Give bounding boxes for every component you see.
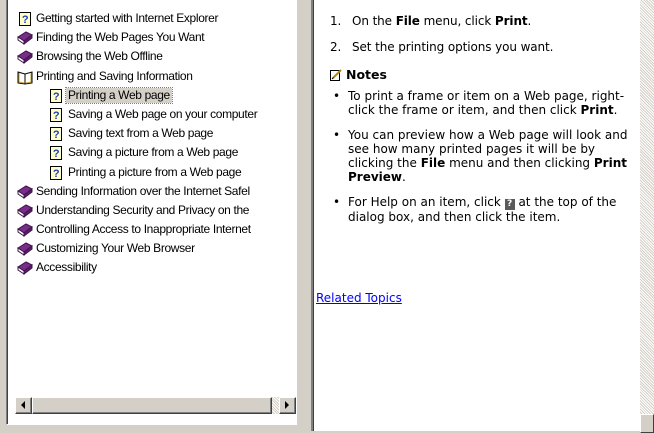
text-run: menu and then clicking [445, 156, 594, 171]
step-number: 2. [330, 40, 342, 54]
help-topic-icon: ? [50, 127, 62, 142]
svg-text:?: ? [53, 91, 60, 103]
toc-item-label: Saving text from a Web page [68, 126, 214, 141]
notes-heading: Notes [330, 67, 387, 82]
toc-item[interactable]: ? Saving a Web page on your computer [7, 105, 296, 124]
svg-text:?: ? [53, 110, 60, 122]
toc-item-label: Controlling Access to Inappropriate Inte… [36, 222, 251, 237]
svg-text:?: ? [22, 14, 29, 26]
text-run: Set the printing options you want. [352, 40, 554, 54]
closed-book-icon [17, 31, 33, 46]
toc-item[interactable]: Sending Information over the Internet Sa… [7, 182, 296, 201]
scroll-thumb[interactable] [32, 397, 272, 414]
text-run: On the [352, 14, 396, 28]
arrow-right-icon [285, 401, 289, 409]
step-text: Set the printing options you want. [352, 40, 553, 54]
toc-item-label: Printing a Web page [65, 86, 173, 104]
toc-item-label: Printing a picture from a Web page [68, 164, 242, 179]
toc-item[interactable]: ? Getting started with Internet Explorer [7, 9, 296, 28]
closed-book-icon [17, 50, 33, 65]
toc-item[interactable]: Customizing Your Web Browser [7, 239, 296, 258]
bold-text: Print [580, 103, 614, 118]
pane-splitter[interactable] [297, 0, 311, 431]
note-item: To print a frame or item on a Web page, … [330, 89, 630, 118]
toc-tree[interactable]: ? Getting started with Internet Explorer F… [7, 9, 296, 278]
svg-text:?: ? [53, 148, 60, 160]
bold-text: File [395, 14, 420, 28]
step-text: On the File menu, click Print. [352, 14, 531, 28]
closed-book-icon [17, 223, 33, 238]
toc-item[interactable]: ? Printing a picture from a Web page [7, 163, 296, 182]
help-topic-icon: ? [50, 146, 62, 161]
toc-item[interactable]: Accessibility [7, 258, 296, 277]
toc-item-label: Accessibility [36, 260, 97, 275]
procedure-step-2: 2. Set the printing options you want. [330, 40, 553, 54]
toc-item-label: Customizing Your Web Browser [36, 241, 195, 256]
toc-item[interactable]: Finding the Web Pages You Want [7, 28, 296, 47]
text-run: For Help on an item, click [348, 194, 505, 209]
closed-book-icon [17, 261, 33, 276]
topic-content-pane: 1. On the File menu, click Print. 2. Set t… [314, 0, 640, 431]
note-item: For Help on an item, click ? at the top … [330, 195, 630, 224]
scroll-down-button[interactable] [640, 414, 654, 433]
scroll-left-button[interactable] [15, 397, 32, 414]
toc-pane[interactable]: ? Getting started with Internet Explorer F… [6, 0, 297, 425]
help-topic-icon: ? [19, 12, 31, 26]
toc-item[interactable]: ? Saving a picture from a Web page [7, 143, 296, 162]
closed-book-icon [17, 204, 33, 218]
toc-item[interactable]: Printing and Saving Information [7, 67, 296, 86]
text-run: . [527, 14, 532, 28]
text-run: . [402, 170, 406, 185]
help-topic-icon: ? [50, 107, 62, 122]
toc-item[interactable]: ? Saving text from a Web page [7, 124, 296, 143]
notes-list: To print a frame or item on a Web page, … [330, 89, 630, 234]
text-run: menu, click [419, 14, 495, 28]
note-item: You can preview how a Web page will look… [330, 128, 630, 185]
closed-book-icon [17, 242, 33, 257]
step-number: 1. [330, 14, 342, 28]
toc-item-label: Browsing the Web Offline [36, 49, 163, 64]
toc-item[interactable]: Understanding Security and Privacy on th… [7, 201, 296, 220]
svg-text:?: ? [53, 168, 60, 180]
toc-item-label: Sending Information over the Internet Sa… [36, 183, 250, 198]
toc-item[interactable]: Browsing the Web Offline [7, 47, 296, 66]
bold-text: File [420, 156, 446, 171]
arrow-left-icon [21, 401, 25, 409]
bold-text: Print [494, 14, 528, 28]
help-topic-icon: ? [50, 165, 62, 180]
svg-text:?: ? [53, 129, 60, 141]
toc-item-label: Understanding Security and Privacy on th… [36, 202, 250, 217]
procedure-step-1: 1. On the File menu, click Print. [330, 14, 531, 28]
help-question-icon: ? [504, 198, 515, 210]
related-topics-link[interactable]: Related Topics [316, 291, 402, 305]
toc-item-label: Saving a picture from a Web page [68, 145, 239, 160]
notes-pencil-icon [330, 69, 342, 81]
toc-item[interactable]: ? Printing a Web page [7, 86, 296, 105]
closed-book-icon [17, 185, 33, 199]
content-vertical-scrollbar[interactable] [640, 0, 654, 433]
toc-item-label: Finding the Web Pages You Want [36, 30, 205, 45]
toc-horizontal-scrollbar[interactable] [15, 397, 296, 414]
toc-item[interactable]: Controlling Access to Inappropriate Inte… [7, 220, 296, 239]
help-topic-icon: ? [50, 88, 62, 103]
scroll-right-button[interactable] [279, 397, 296, 414]
toc-item-label: Saving a Web page on your computer [68, 106, 258, 121]
toc-item-label: Getting started with Internet Explorer [36, 11, 219, 25]
toc-item-label: Printing and Saving Information [36, 68, 193, 83]
text-run: . [613, 103, 618, 118]
open-book-icon [17, 70, 33, 85]
